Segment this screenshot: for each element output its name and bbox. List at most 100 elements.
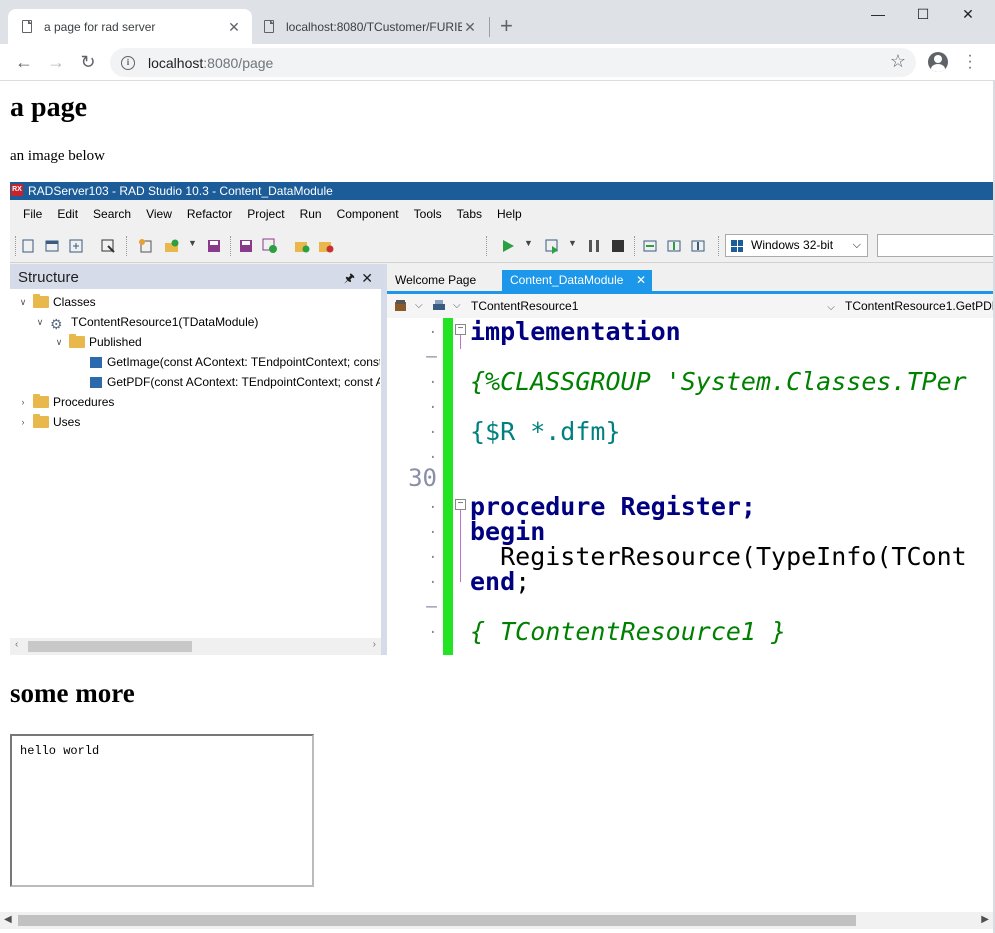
fold-guide xyxy=(460,335,461,349)
new-tab-button[interactable]: + xyxy=(500,14,513,38)
forward-button[interactable]: → xyxy=(46,52,66,72)
class-combo: TContentResource1 xyxy=(471,299,579,313)
save-icon xyxy=(208,240,220,252)
keyword: end xyxy=(470,567,516,596)
save-all-icon xyxy=(240,240,252,252)
tree-item-label: GetPDF(const AContext: TEndpointContext;… xyxy=(107,375,380,389)
text-area[interactable]: hello world xyxy=(10,734,314,887)
toolbar-separator xyxy=(634,236,635,256)
gear-icon: ⚙ xyxy=(50,316,63,332)
minimize-button[interactable]: — xyxy=(866,6,890,26)
gutter-dot: · xyxy=(428,525,437,541)
gutter-dot: · xyxy=(428,500,437,516)
remove-from-project-icon xyxy=(319,242,334,253)
gutter-dot: · xyxy=(428,325,437,341)
ide-menu-tabs: Tabs xyxy=(456,207,483,221)
tree-item-label: Published xyxy=(89,335,142,349)
code-line-end: end; xyxy=(470,567,530,596)
chevron-down-icon: ⌵ xyxy=(827,302,835,313)
back-button[interactable]: ← xyxy=(14,52,34,72)
ide-menu-view: View xyxy=(146,207,172,221)
info-icon[interactable]: i xyxy=(121,55,135,70)
gutter-dot: · xyxy=(428,575,437,591)
printer-icon xyxy=(433,300,445,310)
ide-menu-search: Search xyxy=(93,207,132,221)
ide-menu-component: Component xyxy=(336,207,399,221)
browser-tabstrip: a page for rad server ✕ localhost:8080/T… xyxy=(0,0,995,44)
gutter-dot: · xyxy=(428,550,437,566)
page-horizontal-scrollbar[interactable]: ◀ ▶ xyxy=(0,912,993,929)
pin-icon: 🖈 xyxy=(343,271,355,285)
save-refresh-icon xyxy=(262,238,277,253)
folder-icon xyxy=(69,334,85,348)
ide-toolbar: ▼ ▼ ▼ Windows 32-bit ⌵ xyxy=(10,228,993,263)
tree-item-method: GetImage(const AContext: TEndpointContex… xyxy=(10,352,380,372)
expanded-chevron-icon: ∨ xyxy=(36,317,44,327)
editor-navigation-bar: ⌵ ⌵ TContentResource1 ⌵ TContentResource… xyxy=(387,294,993,318)
ide-menubar: File Edit Search View Refactor Project R… xyxy=(10,200,993,228)
profile-avatar-icon[interactable] xyxy=(928,52,948,72)
dropdown-caret-icon: ▼ xyxy=(524,238,533,248)
pause-icon xyxy=(589,240,599,252)
collapsed-chevron-icon: › xyxy=(21,417,25,427)
method-icon xyxy=(90,377,102,388)
scroll-right-icon[interactable]: ▶ xyxy=(981,914,989,925)
maximize-button[interactable]: ☐ xyxy=(911,6,935,26)
new-window-icon xyxy=(45,240,59,252)
tree-item-label: Classes xyxy=(53,295,96,309)
gutter-fold-dash: – xyxy=(426,346,437,367)
remove-icon xyxy=(101,239,115,253)
editor-tab-content-datamodule: Content_DataModule ✕ xyxy=(502,270,652,291)
tab-title: a page for rad server xyxy=(44,19,156,34)
modified-lines-bar xyxy=(443,318,453,655)
browser-tab-inactive[interactable]: localhost:8080/TCustomer/FURIB ✕ xyxy=(256,9,488,44)
open-project-icon xyxy=(69,239,83,253)
gutter-dot: · xyxy=(428,425,437,441)
fold-collapse-icon: − xyxy=(455,324,466,335)
toolbar-separator xyxy=(486,236,487,256)
dropdown-caret-icon: ▼ xyxy=(188,238,197,248)
gutter-dot: · xyxy=(428,400,437,416)
page-heading: a page xyxy=(10,92,87,123)
code-line-register-resource: RegisterResource(TypeInfo(TCont xyxy=(470,542,967,571)
browser-toolbar: ← → ↻ i localhost:8080/page ☆ · · · xyxy=(0,44,995,81)
section-heading: some more xyxy=(10,678,135,708)
gutter-dot: · xyxy=(428,625,437,641)
bookmark-star-icon[interactable]: ☆ xyxy=(890,51,906,72)
new-items-icon xyxy=(139,239,152,253)
code-line-resource-directive: {$R *.dfm} xyxy=(470,417,621,446)
scrollbar-thumb xyxy=(28,641,192,652)
chevron-down-icon: ⌵ xyxy=(415,300,423,311)
target-platform-select: Windows 32-bit ⌵ xyxy=(725,234,868,257)
ide-menu-project: Project xyxy=(247,207,285,221)
reload-button[interactable]: ↻ xyxy=(78,52,98,72)
book-icon xyxy=(395,300,406,311)
browser-menu-icon[interactable]: · · · xyxy=(962,48,978,76)
scroll-right-icon: › xyxy=(372,639,376,650)
close-tab-icon[interactable]: ✕ xyxy=(462,19,478,35)
url-text: localhost:8080/page xyxy=(148,55,273,71)
close-window-button[interactable]: ✕ xyxy=(956,6,980,26)
ide-menu-file: File xyxy=(23,207,43,221)
scroll-left-icon[interactable]: ◀ xyxy=(4,914,12,925)
tab-separator xyxy=(489,17,490,37)
expanded-chevron-icon: ∨ xyxy=(19,297,27,307)
tree-item-method: GetPDF(const AContext: TEndpointContext;… xyxy=(10,372,380,392)
toolbar-separator xyxy=(230,236,231,256)
tree-item-label: Uses xyxy=(53,415,81,429)
expanded-chevron-icon: ∨ xyxy=(55,337,63,347)
ide-titlebar: RX RADServer103 - RAD Studio 10.3 - Cont… xyxy=(10,182,993,200)
close-tab-icon[interactable]: ✕ xyxy=(226,19,242,35)
windows-logo-icon xyxy=(731,240,743,252)
folder-icon xyxy=(33,394,49,408)
folder-icon xyxy=(33,294,49,308)
editor-tabbar: Welcome Page Content_DataModule ✕ xyxy=(387,264,993,291)
browser-tab-active[interactable]: a page for rad server ✕ xyxy=(8,9,252,44)
code-line-implementation: implementation xyxy=(470,318,681,346)
code-line-comment: { TContentResource1 } xyxy=(470,617,787,646)
scrollbar-thumb[interactable] xyxy=(18,915,856,926)
tree-item-label: GetImage(const AContext: TEndpointContex… xyxy=(107,355,380,369)
address-bar[interactable]: i localhost:8080/page ☆ xyxy=(110,48,916,77)
collapsed-chevron-icon: › xyxy=(21,397,25,407)
structure-panel: Structure 🖈 ✕ ∨ Classes ∨ ⚙ TContentReso… xyxy=(10,264,387,655)
